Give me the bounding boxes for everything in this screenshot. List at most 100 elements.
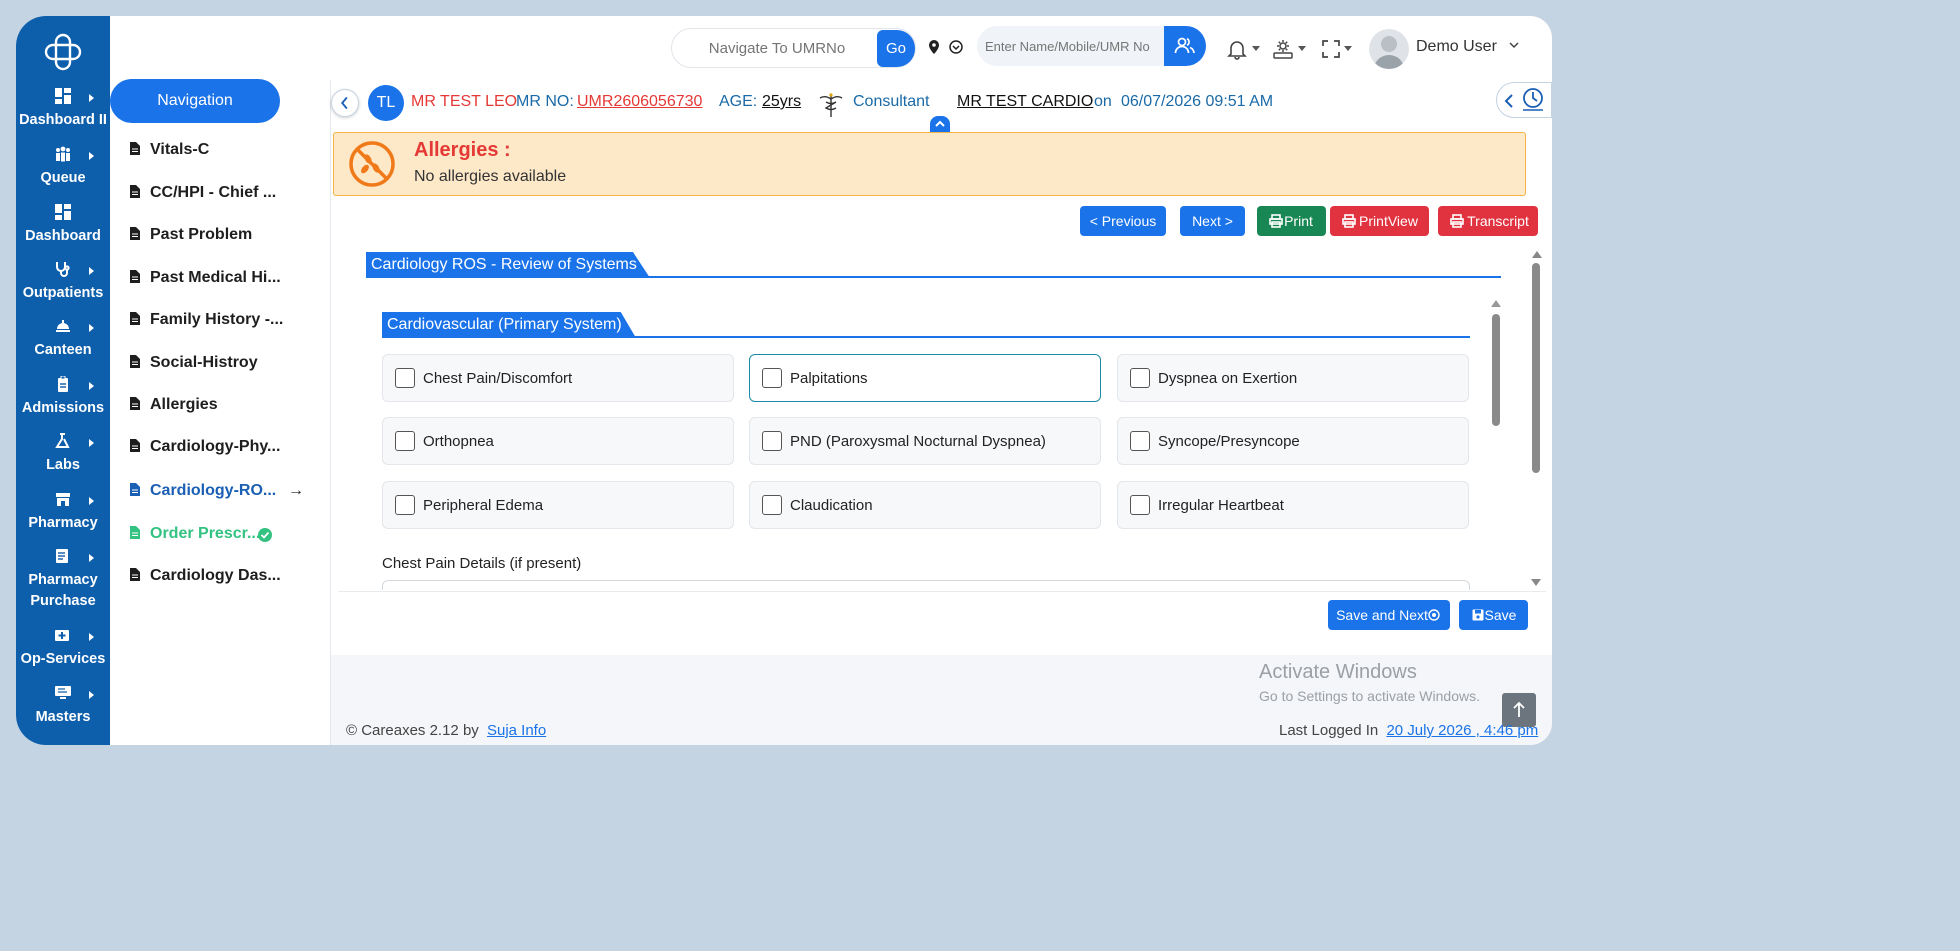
- patient-search-button[interactable]: [1164, 26, 1206, 66]
- rail-item-outpatients[interactable]: Outpatients: [16, 261, 110, 317]
- rail-item-masters[interactable]: Masters: [16, 685, 110, 741]
- nav-item[interactable]: Past Problem: [130, 226, 320, 248]
- symptom-checkbox-item[interactable]: Syncope/Presyncope: [1117, 417, 1469, 465]
- age-label: AGE:: [719, 93, 758, 110]
- stethoscope-icon: [56, 262, 70, 277]
- symptom-checkbox-item[interactable]: Irregular Heartbeat: [1117, 481, 1469, 529]
- medical-kit-icon: [55, 630, 69, 641]
- rail-item-pharmacy[interactable]: Pharmacy: [16, 491, 110, 547]
- printer-icon: [1450, 214, 1464, 228]
- checkbox[interactable]: [1130, 368, 1150, 388]
- scroll-up-arrow[interactable]: [1491, 300, 1501, 307]
- symptom-checkbox-item[interactable]: Claudication: [749, 481, 1101, 529]
- umr-input[interactable]: [682, 29, 872, 67]
- scroll-down-arrow[interactable]: [1531, 579, 1541, 586]
- location-pin-icon[interactable]: [928, 40, 940, 54]
- caret-down-icon[interactable]: [1252, 46, 1260, 51]
- chevron-down-icon[interactable]: [1509, 41, 1519, 49]
- chevron-left-icon: [341, 96, 348, 110]
- last-logged-value[interactable]: 20 July 2026 , 4:46 pm: [1386, 722, 1538, 739]
- nav-item[interactable]: Social-Histroy: [130, 354, 320, 376]
- nav-item[interactable]: CC/HPI - Chief ...: [130, 184, 320, 206]
- nav-item[interactable]: Vitals-C: [130, 141, 320, 163]
- checkbox[interactable]: [395, 495, 415, 515]
- printview-button[interactable]: PrintView: [1330, 206, 1429, 236]
- rail-label: Dashboard: [25, 228, 101, 244]
- windows-watermark-title: Activate Windows: [1259, 661, 1417, 683]
- symptom-checkbox-item[interactable]: Orthopnea: [382, 417, 734, 465]
- symptom-checkbox-item[interactable]: Palpitations: [749, 354, 1101, 402]
- save-and-next-label: Save and Next: [1336, 607, 1428, 623]
- patient-search-input[interactable]: [985, 26, 1165, 66]
- caret-down-icon[interactable]: [1344, 46, 1352, 51]
- floppy-disk-icon: [1472, 609, 1484, 621]
- nav-item[interactable]: Cardiology-Phy...: [130, 438, 320, 460]
- bell-icon[interactable]: [1226, 38, 1248, 60]
- nav-item[interactable]: Cardiology-RO... →: [130, 482, 320, 504]
- checkbox[interactable]: [762, 495, 782, 515]
- document-icon: [130, 526, 140, 539]
- save-button[interactable]: Save: [1459, 600, 1528, 630]
- caret-right-icon: [89, 554, 94, 562]
- go-button[interactable]: Go: [877, 30, 915, 67]
- nav-item[interactable]: Allergies: [130, 396, 320, 418]
- nav-item[interactable]: Family History -...: [130, 311, 320, 333]
- chevron-circle-down-icon[interactable]: [949, 40, 963, 54]
- nav-item[interactable]: Order Prescr...: [130, 525, 320, 547]
- collapse-header-button[interactable]: [930, 116, 950, 132]
- rail-item-dashboard-ii[interactable]: Dashboard II: [16, 88, 110, 144]
- flask-icon: [55, 433, 70, 448]
- mr-number[interactable]: UMR2606056730: [577, 93, 702, 111]
- scroll-up-arrow[interactable]: [1532, 251, 1542, 258]
- save-and-next-button[interactable]: Save and Next: [1328, 600, 1450, 630]
- transcript-button[interactable]: Transcript: [1438, 206, 1538, 236]
- checkbox[interactable]: [1130, 431, 1150, 451]
- next-button[interactable]: Next >: [1180, 206, 1245, 236]
- document-icon: [130, 142, 140, 155]
- checkbox-label: Chest Pain/Discomfort: [423, 370, 573, 387]
- print-button[interactable]: Print: [1257, 206, 1326, 236]
- symptom-checkbox-item[interactable]: Peripheral Edema: [382, 481, 734, 529]
- user-name[interactable]: Demo User: [1416, 38, 1497, 56]
- rail-item-dashboard[interactable]: Dashboard: [16, 204, 110, 260]
- previous-button[interactable]: < Previous: [1080, 206, 1166, 236]
- symptom-checkbox-item[interactable]: Chest Pain/Discomfort: [382, 354, 734, 402]
- symptom-checkbox-item[interactable]: Dyspnea on Exertion: [1117, 354, 1469, 402]
- rail-item-queue[interactable]: Queue: [16, 146, 110, 202]
- nav-item[interactable]: Cardiology Das...: [130, 567, 320, 589]
- settings-gears-icon[interactable]: [1272, 38, 1294, 60]
- inner-scrollbar[interactable]: [1491, 300, 1501, 586]
- rail-item-labs[interactable]: Labs: [16, 433, 110, 489]
- patient-age: 25yrs: [762, 93, 802, 110]
- app-logo[interactable]: [43, 32, 83, 72]
- rail-item-op-services[interactable]: Op-Services: [16, 627, 110, 683]
- checkbox[interactable]: [395, 431, 415, 451]
- rail-item-canteen[interactable]: Canteen: [16, 318, 110, 374]
- document-icon: [130, 312, 140, 325]
- history-toggle[interactable]: [1496, 82, 1552, 118]
- collapse-nav-button[interactable]: [331, 89, 359, 117]
- inner-scroll-thumb[interactable]: [1492, 314, 1500, 426]
- user-avatar[interactable]: [1369, 29, 1409, 69]
- caret-down-icon[interactable]: [1298, 46, 1306, 51]
- checkbox[interactable]: [1130, 495, 1150, 515]
- outer-scroll-thumb[interactable]: [1532, 263, 1540, 473]
- symptom-checkbox-item[interactable]: PND (Paroxysmal Nocturnal Dyspnea): [749, 417, 1101, 465]
- checkbox[interactable]: [762, 431, 782, 451]
- checkbox[interactable]: [762, 368, 782, 388]
- company-link[interactable]: Suja Info: [487, 722, 546, 739]
- nav-item[interactable]: Past Medical Hi...: [130, 269, 320, 291]
- clipboard-icon: [58, 376, 68, 392]
- fullscreen-icon[interactable]: [1320, 38, 1342, 60]
- rail-item-admissions[interactable]: Admissions: [16, 376, 110, 432]
- last-logged-label: Last Logged In: [1279, 722, 1379, 739]
- rail-item-pharmacy-purchase[interactable]: Pharmacy Purchase: [16, 548, 110, 614]
- rail-label: Admissions: [21, 400, 105, 416]
- main-sidebar: Dashboard II Queue Dashboard Outpatients…: [16, 16, 110, 745]
- section-title: Cardiology ROS - Review of Systems: [366, 252, 650, 278]
- navigation-button[interactable]: Navigation: [110, 79, 280, 123]
- patient-initials: TL: [368, 85, 404, 121]
- chest-pain-details-input[interactable]: [382, 580, 1470, 590]
- checkbox[interactable]: [395, 368, 415, 388]
- outer-scrollbar[interactable]: [1531, 251, 1542, 587]
